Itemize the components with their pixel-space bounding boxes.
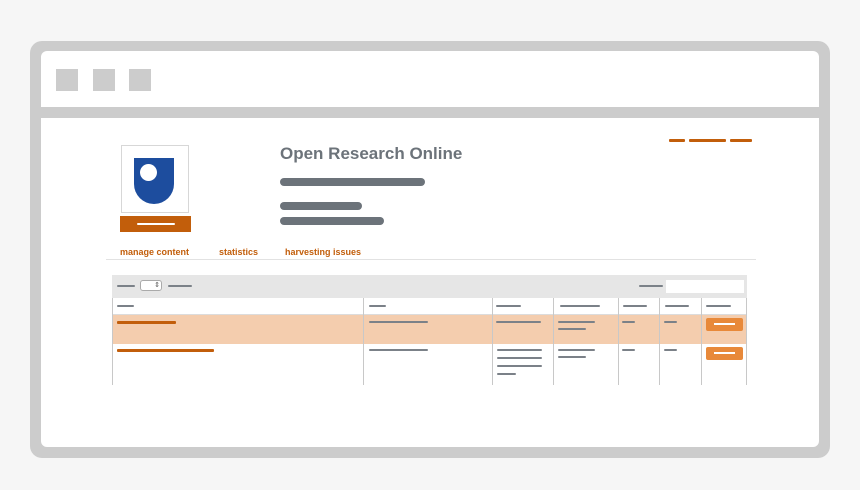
nav-manage-content[interactable]: manage content bbox=[120, 247, 189, 257]
table-row[interactable] bbox=[112, 344, 747, 385]
row-divider bbox=[112, 314, 747, 315]
cell-placeholder bbox=[497, 357, 542, 359]
detail-placeholder bbox=[280, 202, 362, 210]
nav-statistics[interactable]: statistics bbox=[219, 247, 258, 257]
search-label-placeholder bbox=[639, 285, 663, 287]
cell-placeholder bbox=[369, 321, 428, 323]
repository-logo bbox=[121, 145, 189, 213]
column-divider bbox=[659, 298, 660, 385]
column-divider bbox=[553, 298, 554, 385]
column-divider bbox=[112, 298, 113, 385]
nav-harvesting-issues[interactable]: harvesting issues bbox=[285, 247, 361, 257]
row-action-button[interactable] bbox=[706, 347, 743, 360]
column-header[interactable] bbox=[706, 305, 731, 307]
page-content: Open Research Online manage content stat… bbox=[41, 118, 819, 447]
content-table bbox=[112, 298, 747, 385]
item-title-link[interactable] bbox=[117, 349, 214, 352]
cell-placeholder bbox=[558, 356, 586, 358]
cell-placeholder bbox=[558, 349, 595, 351]
button-label-placeholder bbox=[136, 223, 175, 225]
column-header[interactable] bbox=[560, 305, 600, 307]
top-link[interactable] bbox=[730, 139, 752, 142]
detail-placeholder bbox=[280, 217, 384, 225]
search-input[interactable] bbox=[666, 280, 744, 293]
column-divider bbox=[701, 298, 702, 385]
cell-placeholder bbox=[664, 349, 677, 351]
top-link[interactable] bbox=[689, 139, 726, 142]
column-divider bbox=[746, 298, 747, 385]
cell-placeholder bbox=[496, 321, 541, 323]
table-toolbar: ⇕ bbox=[112, 275, 747, 298]
item-title-link[interactable] bbox=[117, 321, 176, 324]
window-control-button[interactable] bbox=[56, 69, 78, 91]
table-row[interactable] bbox=[112, 314, 747, 344]
top-link[interactable] bbox=[669, 139, 685, 142]
row-action-button[interactable] bbox=[706, 318, 743, 331]
column-header[interactable] bbox=[117, 305, 134, 307]
nav-divider bbox=[106, 259, 756, 260]
cell-placeholder bbox=[664, 321, 677, 323]
column-header[interactable] bbox=[665, 305, 689, 307]
column-header[interactable] bbox=[369, 305, 386, 307]
column-divider bbox=[492, 298, 493, 385]
table-header-row bbox=[112, 298, 747, 314]
logo-action-button[interactable] bbox=[120, 216, 191, 232]
cell-placeholder bbox=[369, 349, 428, 351]
cell-placeholder bbox=[622, 349, 635, 351]
updown-arrows-icon: ⇕ bbox=[154, 282, 160, 289]
window-control-button[interactable] bbox=[93, 69, 115, 91]
window-control-button[interactable] bbox=[129, 69, 151, 91]
cell-placeholder bbox=[558, 328, 586, 330]
column-header[interactable] bbox=[623, 305, 647, 307]
page-title: Open Research Online bbox=[280, 144, 463, 163]
open-university-shield-icon bbox=[134, 158, 174, 204]
window-titlebar bbox=[41, 51, 819, 107]
column-divider bbox=[363, 298, 364, 385]
show-label-placeholder bbox=[117, 285, 135, 287]
cell-placeholder bbox=[497, 349, 542, 351]
cell-placeholder bbox=[497, 365, 542, 367]
page-size-select[interactable]: ⇕ bbox=[140, 280, 162, 291]
entries-label-placeholder bbox=[168, 285, 192, 287]
subtitle-placeholder bbox=[280, 178, 425, 186]
column-divider bbox=[618, 298, 619, 385]
logo-dot bbox=[140, 164, 157, 181]
cell-placeholder bbox=[497, 373, 516, 375]
browser-window: Open Research Online manage content stat… bbox=[30, 41, 830, 458]
cell-placeholder bbox=[558, 321, 595, 323]
column-header[interactable] bbox=[496, 305, 521, 307]
cell-placeholder bbox=[622, 321, 635, 323]
